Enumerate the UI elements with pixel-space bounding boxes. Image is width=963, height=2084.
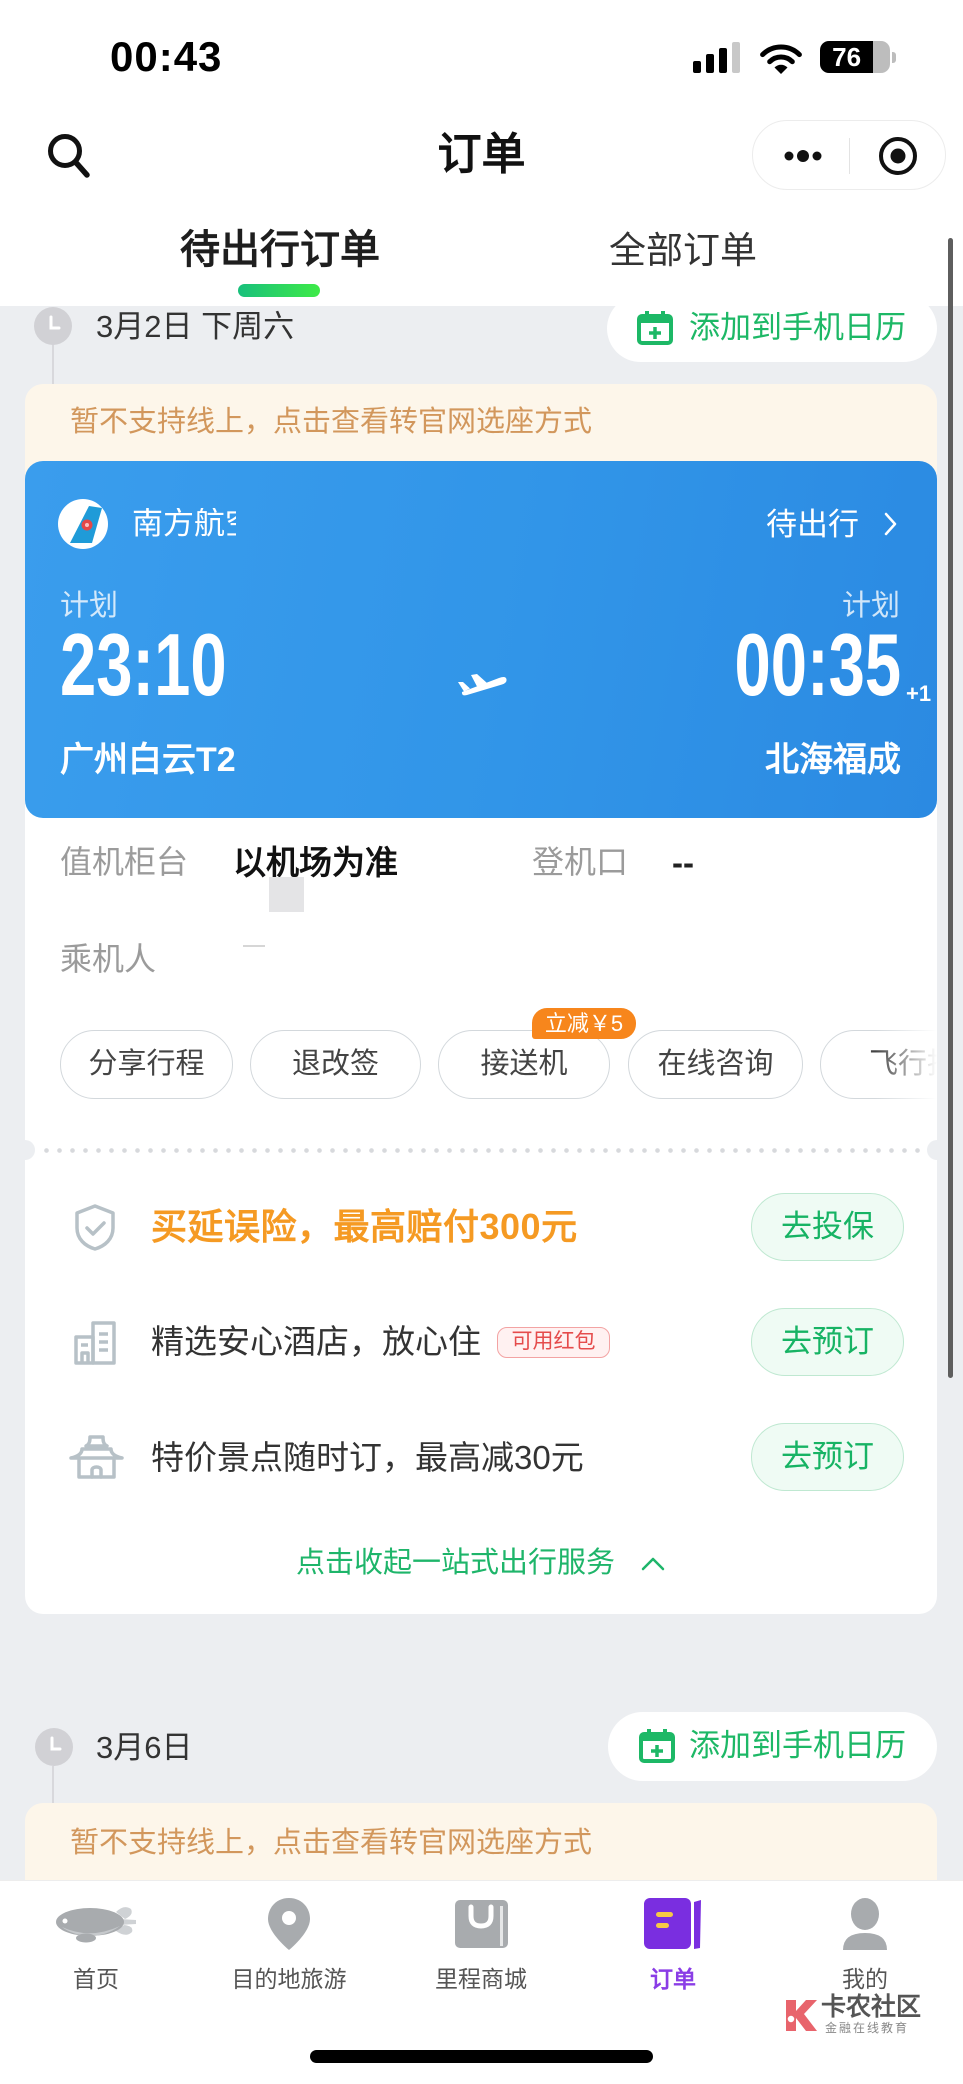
online-consult-button[interactable]: 在线咨询	[628, 1030, 803, 1099]
timeline-line	[52, 1766, 54, 1804]
service-row-insurance: 买延误险，最高赔付300元 去投保	[0, 1190, 963, 1265]
bottom-nav-orders[interactable]: 订单	[603, 1891, 743, 2001]
bottom-nav-label: 我的	[842, 1966, 888, 1992]
header: 00:43 76 订单 待出行订单 全部订单	[0, 0, 963, 306]
calendar-add-icon	[639, 1729, 675, 1763]
bottom-nav-label: 里程商城	[435, 1966, 527, 1992]
departure-time: 23:10	[60, 615, 227, 714]
add-to-calendar-label: 添加到手机日历	[689, 1728, 906, 1763]
gate-value: --	[672, 844, 694, 881]
order-screen: 3月2日 下周六 添加到手机日历 暂不支持线上，点击查看转官网选座方式 南方航 …	[0, 0, 963, 2084]
tab-all-orders[interactable]: 全部订单	[573, 232, 793, 269]
checkin-counter-label: 值机柜台	[60, 844, 189, 880]
more-dots-icon[interactable]	[783, 149, 823, 163]
location-pin-icon	[268, 1898, 310, 1950]
battery-percent: 76	[832, 42, 862, 72]
user-icon	[843, 1898, 887, 1950]
watermark: 卡农社区 金融在线教育	[783, 1995, 921, 2035]
bottom-nav-label: 目的地旅游	[231, 1966, 347, 1992]
attraction-offer-text: 特价景点随时订，最高减30元	[151, 1438, 584, 1476]
clock-icon	[35, 1728, 73, 1766]
order-book-icon	[644, 1898, 701, 1949]
chevron-up-icon[interactable]	[640, 1556, 666, 1571]
notice-text: 暂不支持线上，点击查看转官网选座方式	[70, 1826, 593, 1859]
book-hotel-button[interactable]: 去预订	[751, 1308, 904, 1376]
wifi-icon	[760, 44, 802, 74]
scroll-fade	[875, 1025, 937, 1105]
scrollbar[interactable]	[948, 238, 953, 1378]
bottom-nav-label: 首页	[73, 1966, 119, 1992]
redaction-block	[269, 877, 304, 912]
tab-upcoming-orders[interactable]: 待出行订单	[170, 230, 390, 270]
service-row-attraction: 特价景点随时订，最高减30元 去预订	[0, 1420, 963, 1495]
bottom-nav-label: 订单	[650, 1966, 696, 1992]
flight-card[interactable]: 南方航空 待出行 计划 计划 23:10 00:35 +1 广州白云T2 北海福…	[25, 461, 937, 818]
notice-text: 暂不支持线上，点击查看转官网选座方式	[70, 406, 593, 438]
refund-change-button[interactable]: 退改签	[250, 1030, 421, 1099]
add-to-calendar-button[interactable]: 添加到手机日历	[608, 1712, 937, 1781]
watermark-logo-icon	[786, 2000, 817, 2031]
order-date: 3月6日	[96, 1729, 193, 1765]
checkin-counter-value: 以机场为准	[233, 844, 398, 881]
day-offset: +1	[906, 681, 932, 706]
book-attraction-button[interactable]: 去预订	[751, 1423, 904, 1491]
dotted-divider	[40, 1148, 925, 1153]
battery-tip	[892, 52, 896, 63]
passenger-label: 乘机人	[60, 941, 157, 977]
ticket-notch-left	[15, 1140, 35, 1160]
shopping-bag-icon	[454, 1900, 508, 1948]
capsule-divider	[849, 138, 850, 174]
airline-logo	[58, 499, 108, 549]
clock-icon	[34, 307, 72, 345]
action-buttons-row: 分享行程 退改签 接送机 在线咨询 飞行指 立减￥5	[25, 1000, 937, 1110]
buy-insurance-button[interactable]: 去投保	[751, 1193, 904, 1261]
target-icon[interactable]	[876, 134, 920, 178]
calendar-add-icon	[637, 311, 673, 345]
ticket-notch-right	[927, 1140, 947, 1160]
watermark-title: 卡农社区	[821, 1993, 922, 2021]
hotel-offer-text: 精选安心酒店，放心住	[151, 1322, 481, 1360]
collapse-services-link[interactable]: 点击收起一站式出行服务	[296, 1549, 615, 1578]
miniprogram-capsule	[752, 120, 946, 190]
flight-status[interactable]: 待出行	[766, 509, 859, 540]
bottom-nav-home[interactable]: 首页	[26, 1891, 166, 2001]
gate-label: 登机口	[532, 844, 629, 880]
chevron-right-icon[interactable]	[883, 512, 898, 536]
red-packet-badge: 可用红包	[497, 1327, 610, 1358]
signal-icon	[693, 42, 740, 73]
service-row-hotel: 精选安心酒店，放心住 去预订	[0, 1305, 963, 1380]
share-itinerary-button[interactable]: 分享行程	[60, 1030, 233, 1099]
attraction-gate-icon	[69, 1435, 124, 1479]
home-indicator[interactable]	[310, 2050, 653, 2063]
airport-transfer-button[interactable]: 接送机	[438, 1030, 610, 1099]
airline-name: 南方航空	[132, 508, 236, 539]
shield-check-icon	[75, 1204, 115, 1251]
status-time: 00:43	[110, 33, 223, 80]
arrival-airport: 北海福成	[765, 741, 901, 779]
bottom-nav-profile[interactable]: 我的	[795, 1891, 935, 2001]
timeline-line	[52, 345, 54, 385]
airplane-takeoff-icon	[458, 674, 507, 696]
bottom-nav-destinations[interactable]: 目的地旅游	[219, 1891, 359, 2001]
hotel-building-icon	[74, 1321, 116, 1365]
passenger-redacted-value	[243, 945, 265, 947]
add-to-calendar-label: 添加到手机日历	[689, 310, 906, 345]
watermark-subtitle: 金融在线教育	[825, 2021, 910, 2035]
departure-airport: 广州白云T2	[60, 741, 236, 779]
insurance-offer-text: 买延误险，最高赔付300元	[151, 1206, 578, 1247]
blimp-icon	[56, 1907, 136, 1943]
bottom-nav-mileage-mall[interactable]: 里程商城	[411, 1891, 551, 2001]
transfer-discount-badge: 立减￥5	[532, 1008, 636, 1039]
battery-icon: 76	[820, 41, 890, 73]
arrival-time: 00:35	[734, 615, 901, 714]
active-tab-indicator	[238, 284, 320, 297]
order-date: 3月2日 下周六	[96, 309, 295, 344]
